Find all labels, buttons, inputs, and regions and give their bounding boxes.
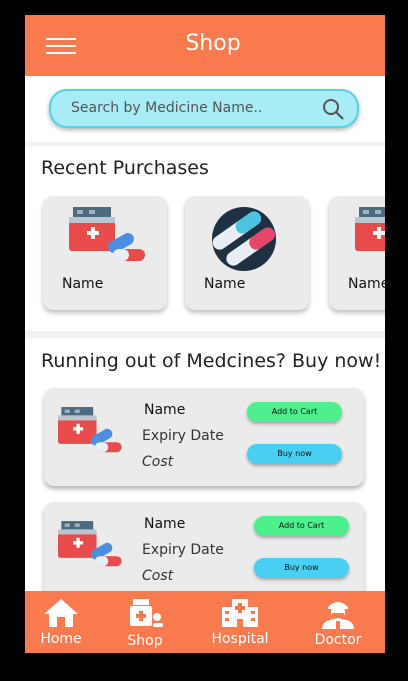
home-icon — [44, 599, 78, 627]
shop-icon — [130, 599, 163, 627]
buy-now-button[interactable]: Buy now — [254, 558, 349, 578]
search-placeholder: Search by Medicine Name.. — [71, 100, 263, 116]
search-section: Search by Medicine Name.. — [25, 76, 385, 142]
running-out-title: Running out of Medcines? Buy now! — [41, 350, 382, 372]
recent-item-card[interactable]: Name — [43, 196, 167, 310]
nav-label-hospital: Hospital — [211, 631, 269, 647]
buy-now-button[interactable]: Buy now — [247, 444, 342, 464]
medicine-kit-icon — [58, 407, 122, 453]
medicine-kit-icon — [69, 207, 145, 261]
search-input[interactable]: Search by Medicine Name.. — [49, 89, 359, 128]
medicine-name: Name — [144, 402, 186, 418]
nav-item-hospital[interactable]: Hospital — [204, 593, 276, 651]
nav-item-doctor[interactable]: Doctor — [302, 593, 374, 651]
recent-item-name: Name — [204, 276, 246, 292]
nav-label-shop: Shop — [127, 633, 163, 649]
medicine-expiry: Expiry Date — [142, 542, 224, 558]
recent-purchases-title: Recent Purchases — [41, 157, 209, 179]
nav-label-doctor: Doctor — [314, 632, 362, 648]
medicine-card[interactable]: Name Expiry Date Cost Add to Cart Buy no… — [44, 388, 364, 486]
recent-item-name: Name — [62, 276, 104, 292]
page-title: Shop — [185, 31, 241, 56]
add-to-cart-button[interactable]: Add to Cart — [247, 402, 342, 422]
nav-item-home[interactable]: Home — [25, 593, 97, 651]
medicine-cost: Cost — [142, 454, 174, 470]
doctor-icon — [322, 602, 354, 629]
bottom-nav: Home Shop Hospital Doctor — [25, 591, 385, 653]
capsule-icon — [212, 207, 276, 271]
recent-item-name: Name — [348, 276, 385, 292]
search-icon[interactable] — [321, 97, 345, 121]
recent-item-card[interactable]: Name — [185, 196, 309, 310]
app-header: Shop — [25, 15, 385, 76]
nav-label-home: Home — [40, 631, 82, 647]
medicine-card[interactable]: Name Expiry Date Cost Add to Cart Buy no… — [44, 502, 364, 600]
medicine-kit-icon — [58, 521, 122, 567]
running-out-section: Running out of Medcines? Buy now! Name E… — [25, 338, 385, 600]
nav-item-shop[interactable]: Shop — [109, 593, 181, 651]
medicine-cost: Cost — [142, 568, 174, 584]
medicine-name: Name — [144, 516, 186, 532]
medicine-kit-icon — [355, 207, 385, 251]
recent-purchases-section: Recent Purchases Name Name Nam — [25, 146, 385, 331]
add-to-cart-button[interactable]: Add to Cart — [254, 516, 349, 536]
recent-item-card[interactable]: Name — [329, 196, 385, 310]
hospital-icon — [222, 599, 258, 627]
medicine-expiry: Expiry Date — [142, 428, 224, 444]
phone-screen: Shop Search by Medicine Name.. Recent Pu… — [25, 15, 385, 653]
